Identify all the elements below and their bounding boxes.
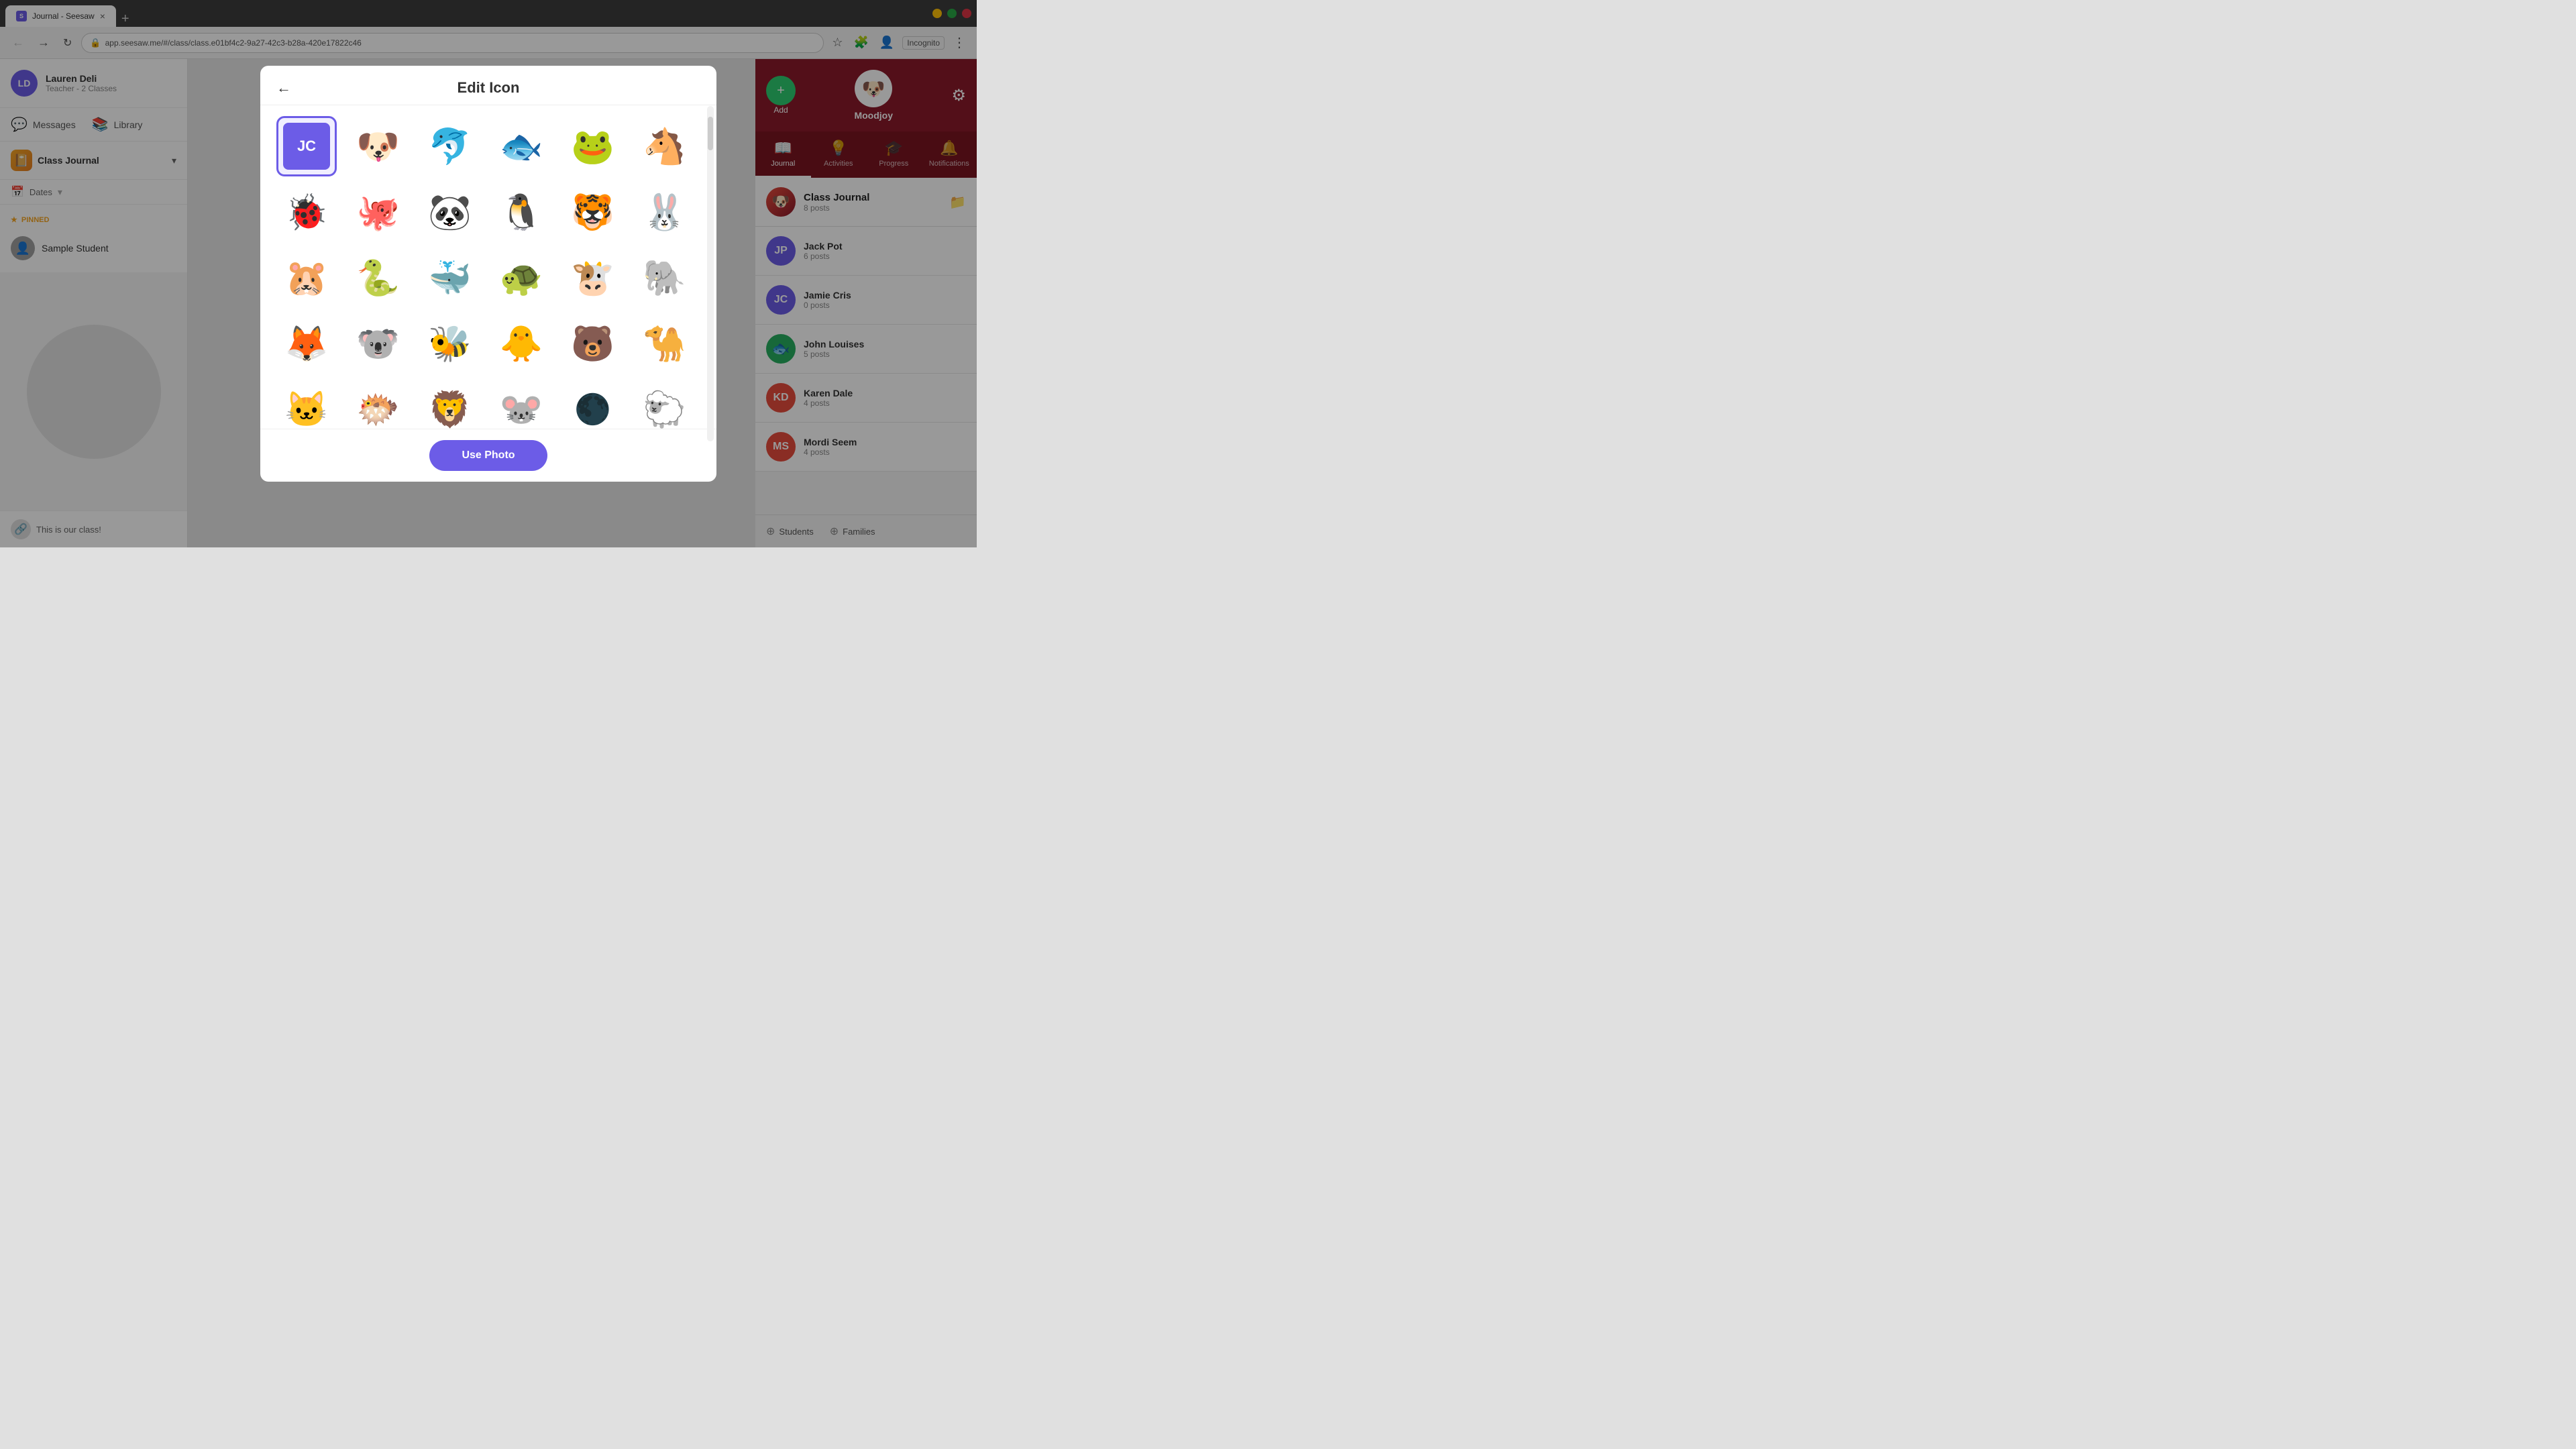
icon-grid-container: JC 🐶 🐬 🐟 🐸 🐴 🐞 🐙 🐼 🐧 🐯 🐰 🐹 🐍 🐳 🐢 🐮 🐘 (260, 105, 716, 429)
icon-cell-fox[interactable]: 🦊 (276, 313, 337, 374)
icon-grid: JC 🐶 🐬 🐟 🐸 🐴 🐞 🐙 🐼 🐧 🐯 🐰 🐹 🐍 🐳 🐢 🐮 🐘 (276, 116, 700, 429)
icon-cell-koala[interactable]: 🐨 (348, 313, 409, 374)
icon-cell-chick[interactable]: 🐥 (491, 313, 551, 374)
icon-cell-snake[interactable]: 🐍 (348, 248, 409, 308)
jc-initials-icon: JC (283, 123, 330, 170)
icon-cell-mouse[interactable]: 🐭 (491, 379, 551, 429)
icon-cell-turtle[interactable]: 🐢 (491, 248, 551, 308)
icon-cell-sheep[interactable]: 🐑 (634, 379, 694, 429)
icon-cell-blowfish[interactable]: 🐡 (348, 379, 409, 429)
icon-cell-ladybug[interactable]: 🐞 (276, 182, 337, 242)
icon-cell-panda[interactable]: 🐼 (419, 182, 480, 242)
icon-cell-moon[interactable]: 🌑 (563, 379, 623, 429)
modal-overlay[interactable]: ← Edit Icon JC 🐶 🐬 🐟 🐸 🐴 🐞 🐙 🐼 🐧 🐯 🐰 (0, 0, 977, 547)
modal-back-btn[interactable]: ← (276, 79, 291, 97)
icon-cell-tiger[interactable]: 🐯 (563, 182, 623, 242)
modal-title: Edit Icon (302, 79, 675, 97)
icon-cell-penguin[interactable]: 🐧 (491, 182, 551, 242)
modal-scrollbar-thumb[interactable] (708, 117, 713, 150)
icon-cell-horse[interactable]: 🐴 (634, 116, 694, 176)
icon-cell-bear[interactable]: 🐻 (563, 313, 623, 374)
modal-footer: Use Photo (260, 429, 716, 482)
icon-cell-jc[interactable]: JC (276, 116, 337, 176)
modal-header: ← Edit Icon (260, 66, 716, 105)
icon-cell-cat[interactable]: 🐱 (276, 379, 337, 429)
icon-cell-lion[interactable]: 🦁 (419, 379, 480, 429)
icon-cell-bee[interactable]: 🐝 (419, 313, 480, 374)
use-photo-btn[interactable]: Use Photo (429, 440, 547, 471)
icon-cell-cow[interactable]: 🐮 (563, 248, 623, 308)
icon-cell-frog[interactable]: 🐸 (563, 116, 623, 176)
icon-cell-camel[interactable]: 🐪 (634, 313, 694, 374)
icon-cell-elephant[interactable]: 🐘 (634, 248, 694, 308)
icon-cell-hamster[interactable]: 🐹 (276, 248, 337, 308)
edit-icon-modal: ← Edit Icon JC 🐶 🐬 🐟 🐸 🐴 🐞 🐙 🐼 🐧 🐯 🐰 (260, 66, 716, 482)
icon-cell-rabbit[interactable]: 🐰 (634, 182, 694, 242)
icon-cell-fish[interactable]: 🐟 (491, 116, 551, 176)
icon-cell-dolphin[interactable]: 🐬 (419, 116, 480, 176)
icon-cell-octopus[interactable]: 🐙 (348, 182, 409, 242)
modal-scrollbar-track (707, 106, 714, 441)
icon-cell-whale[interactable]: 🐳 (419, 248, 480, 308)
icon-cell-dog[interactable]: 🐶 (348, 116, 409, 176)
